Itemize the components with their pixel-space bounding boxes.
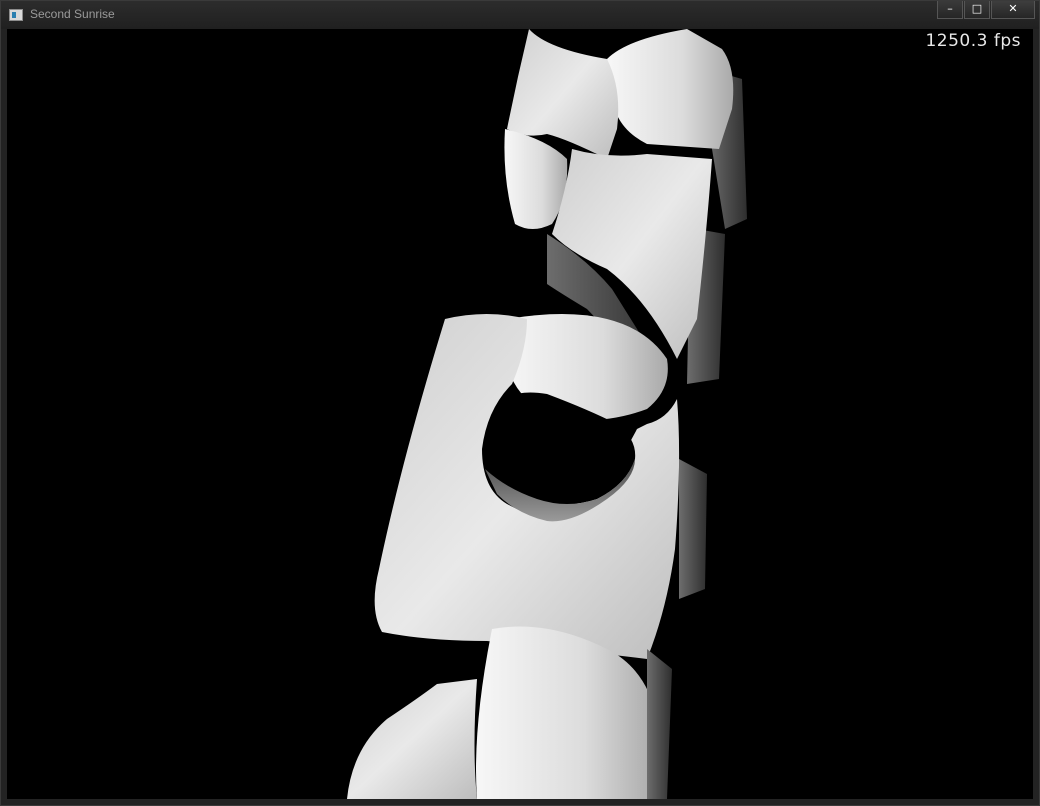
mesh-top-cap xyxy=(607,29,734,149)
title-bar[interactable]: Second Sunrise – □ ✕ xyxy=(1,1,1039,29)
mesh-shadow-right-lower xyxy=(679,459,707,599)
mesh-bottom-right-shadow xyxy=(647,649,672,799)
minimize-button[interactable]: – xyxy=(937,1,963,19)
mesh-upper-left-bulge xyxy=(504,129,568,229)
close-button[interactable]: ✕ xyxy=(991,1,1035,19)
window-controls: – □ ✕ xyxy=(936,1,1035,21)
3d-mesh-render xyxy=(347,29,747,799)
fps-counter: 1250.3 fps xyxy=(925,31,1021,51)
render-viewport[interactable]: 1250.3 fps xyxy=(7,29,1033,799)
maximize-button[interactable]: □ xyxy=(964,1,990,19)
application-window: Second Sunrise – □ ✕ 1250.3 fps xyxy=(0,0,1040,806)
mesh-bottom-left xyxy=(347,679,477,799)
app-window-icon[interactable] xyxy=(9,9,23,21)
window-title: Second Sunrise xyxy=(30,7,115,21)
